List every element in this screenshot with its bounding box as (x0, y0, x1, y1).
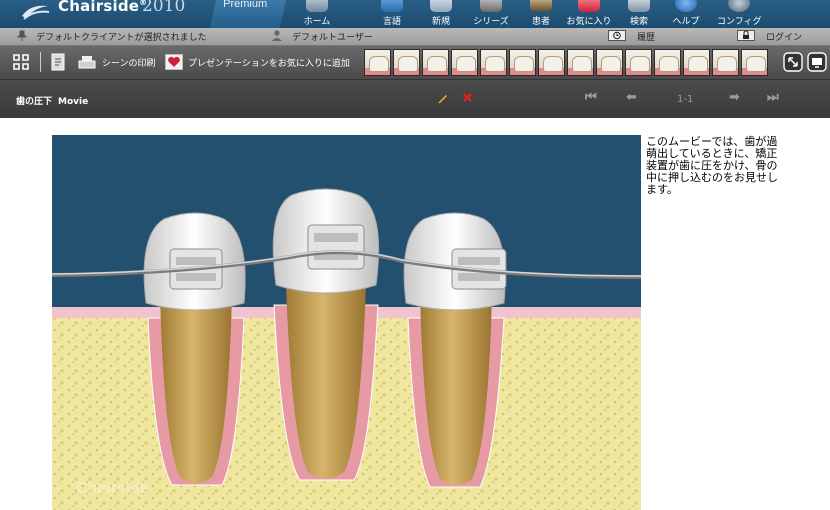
nav-home-label: ホーム (303, 17, 331, 27)
nav-config-label: コンフィグ (717, 17, 762, 27)
favorites-heart-icon (578, 0, 600, 12)
scene-thumbnail[interactable] (654, 49, 681, 76)
search-icon (628, 0, 650, 12)
lock-icon (737, 30, 755, 41)
nav-home[interactable]: ホーム (297, 0, 337, 28)
scene-toolbar: シーンの印刷 プレゼンテーションをお気に入りに追加 (0, 46, 830, 80)
chairside-logo-icon (22, 5, 50, 20)
nav-patient[interactable]: 患者 (521, 0, 561, 28)
tooth-thumb-icon (485, 56, 505, 72)
movie-description: このムービーでは、歯が過萌出しているときに、矯正装置が歯に圧をかけ、骨の中に押し… (646, 136, 778, 196)
scene-thumbnail[interactable] (596, 49, 623, 76)
scene-thumbnail[interactable] (741, 49, 768, 76)
config-gear-icon (728, 0, 750, 12)
nav-favorites-label: お気に入り (566, 17, 612, 27)
history-link[interactable]: 履歴 (637, 30, 655, 43)
scene-thumbnail[interactable] (567, 49, 594, 76)
app-year: 2010 (142, 0, 186, 16)
scene-thumbnail[interactable] (480, 49, 507, 76)
help-icon (675, 0, 697, 12)
pagination-indicator: 1-1 (677, 94, 694, 105)
nav-help-label: ヘルプ (672, 17, 700, 27)
prev-page-button[interactable]: ⬅ (626, 90, 637, 105)
expand-icon[interactable] (783, 52, 803, 72)
edition-badge: Premium (210, 0, 286, 28)
scene-thumbnail[interactable] (683, 49, 710, 76)
nav-search[interactable]: 検索 (619, 0, 659, 28)
tooth-thumb-icon (746, 56, 766, 72)
add-favorite-button[interactable]: プレゼンテーションをお気に入りに追加 (188, 56, 350, 69)
edit-pencil-icon[interactable] (437, 92, 449, 104)
tooth-thumb-icon (601, 56, 621, 72)
toolbar-divider (40, 52, 41, 72)
last-page-button[interactable]: ⏭ (767, 90, 779, 105)
nav-series-label: シリーズ (473, 17, 509, 27)
movie-header-bar: 歯の圧下 Movie ⏮ ⬅ 1-1 ➡ ⏭ (0, 80, 830, 118)
nav-config[interactable]: コンフィグ (717, 0, 762, 28)
login-link[interactable]: ログイン (766, 30, 802, 43)
tooth-thumb-icon (659, 56, 679, 72)
watermark: Chairside (76, 480, 149, 497)
tooth-thumb-icon (717, 56, 737, 72)
scene-thumbnail[interactable] (712, 49, 739, 76)
patient-icon (530, 0, 552, 12)
scene-thumbnail[interactable] (393, 49, 420, 76)
nav-patient-label: 患者 (531, 17, 550, 27)
scene-thumbnail[interactable] (422, 49, 449, 76)
tooth-thumb-icon (688, 56, 708, 72)
print-icon[interactable] (78, 52, 96, 72)
nav-help[interactable]: ヘルプ (666, 0, 706, 28)
teeth-intrusion-illustration: Chairside (52, 135, 641, 510)
nav-language[interactable]: 言語 (372, 0, 412, 28)
first-page-button[interactable]: ⏮ (585, 90, 597, 105)
presentation-screen-icon[interactable] (807, 52, 827, 72)
fullscreen-grid-icon[interactable] (12, 52, 30, 72)
film-series-icon (480, 0, 502, 12)
tooth-thumb-icon (630, 56, 650, 72)
tooth-home-icon (306, 0, 328, 12)
tooth-thumb-icon (427, 56, 447, 72)
tooth-thumb-icon (543, 56, 563, 72)
app-name: Chairside® (58, 0, 148, 15)
movie-player[interactable]: Chairside (52, 135, 641, 510)
user-status[interactable]: デフォルトユーザー (292, 30, 373, 43)
nav-series[interactable]: シリーズ (471, 0, 511, 28)
nav-new[interactable]: 新規 (421, 0, 461, 28)
document-icon[interactable] (50, 52, 66, 72)
top-navigation-bar: Chairside® 2010 Premium ホーム 言語 新規 シリーズ 患… (0, 0, 830, 28)
scene-thumbnail[interactable] (509, 49, 536, 76)
movie-title: 歯の圧下 Movie (16, 97, 89, 107)
globe-language-icon (381, 0, 403, 12)
delete-x-icon[interactable] (462, 92, 473, 103)
tooth-thumb-icon (514, 56, 534, 72)
status-bar: デフォルトクライアントが選択されました デフォルトユーザー 履歴 ログイン (0, 28, 830, 46)
tooth-thumb-icon (369, 56, 389, 72)
scene-thumbnail[interactable] (538, 49, 565, 76)
nav-new-label: 新規 (431, 17, 450, 27)
pin-icon (16, 30, 28, 41)
movie-type-label: Movie (58, 97, 89, 107)
tooth-thumb-icon (456, 56, 476, 72)
nav-search-label: 検索 (629, 17, 648, 27)
scene-thumbnail[interactable] (625, 49, 652, 76)
new-document-icon (430, 0, 452, 12)
client-status[interactable]: デフォルトクライアントが選択されました (36, 30, 207, 43)
scene-thumbnail[interactable] (364, 49, 391, 76)
nav-language-label: 言語 (382, 17, 401, 27)
favorite-heart-icon[interactable] (165, 52, 183, 72)
next-page-button[interactable]: ➡ (729, 90, 740, 105)
tooth-thumb-icon (398, 56, 418, 72)
tooth-thumb-icon (572, 56, 592, 72)
nav-favorites[interactable]: お気に入り (566, 0, 612, 28)
scene-thumbnail[interactable] (451, 49, 478, 76)
print-scene-button[interactable]: シーンの印刷 (102, 56, 156, 69)
history-clock-icon (608, 30, 626, 41)
user-icon (272, 30, 282, 41)
brand-logo: Chairside® 2010 (0, 0, 210, 28)
